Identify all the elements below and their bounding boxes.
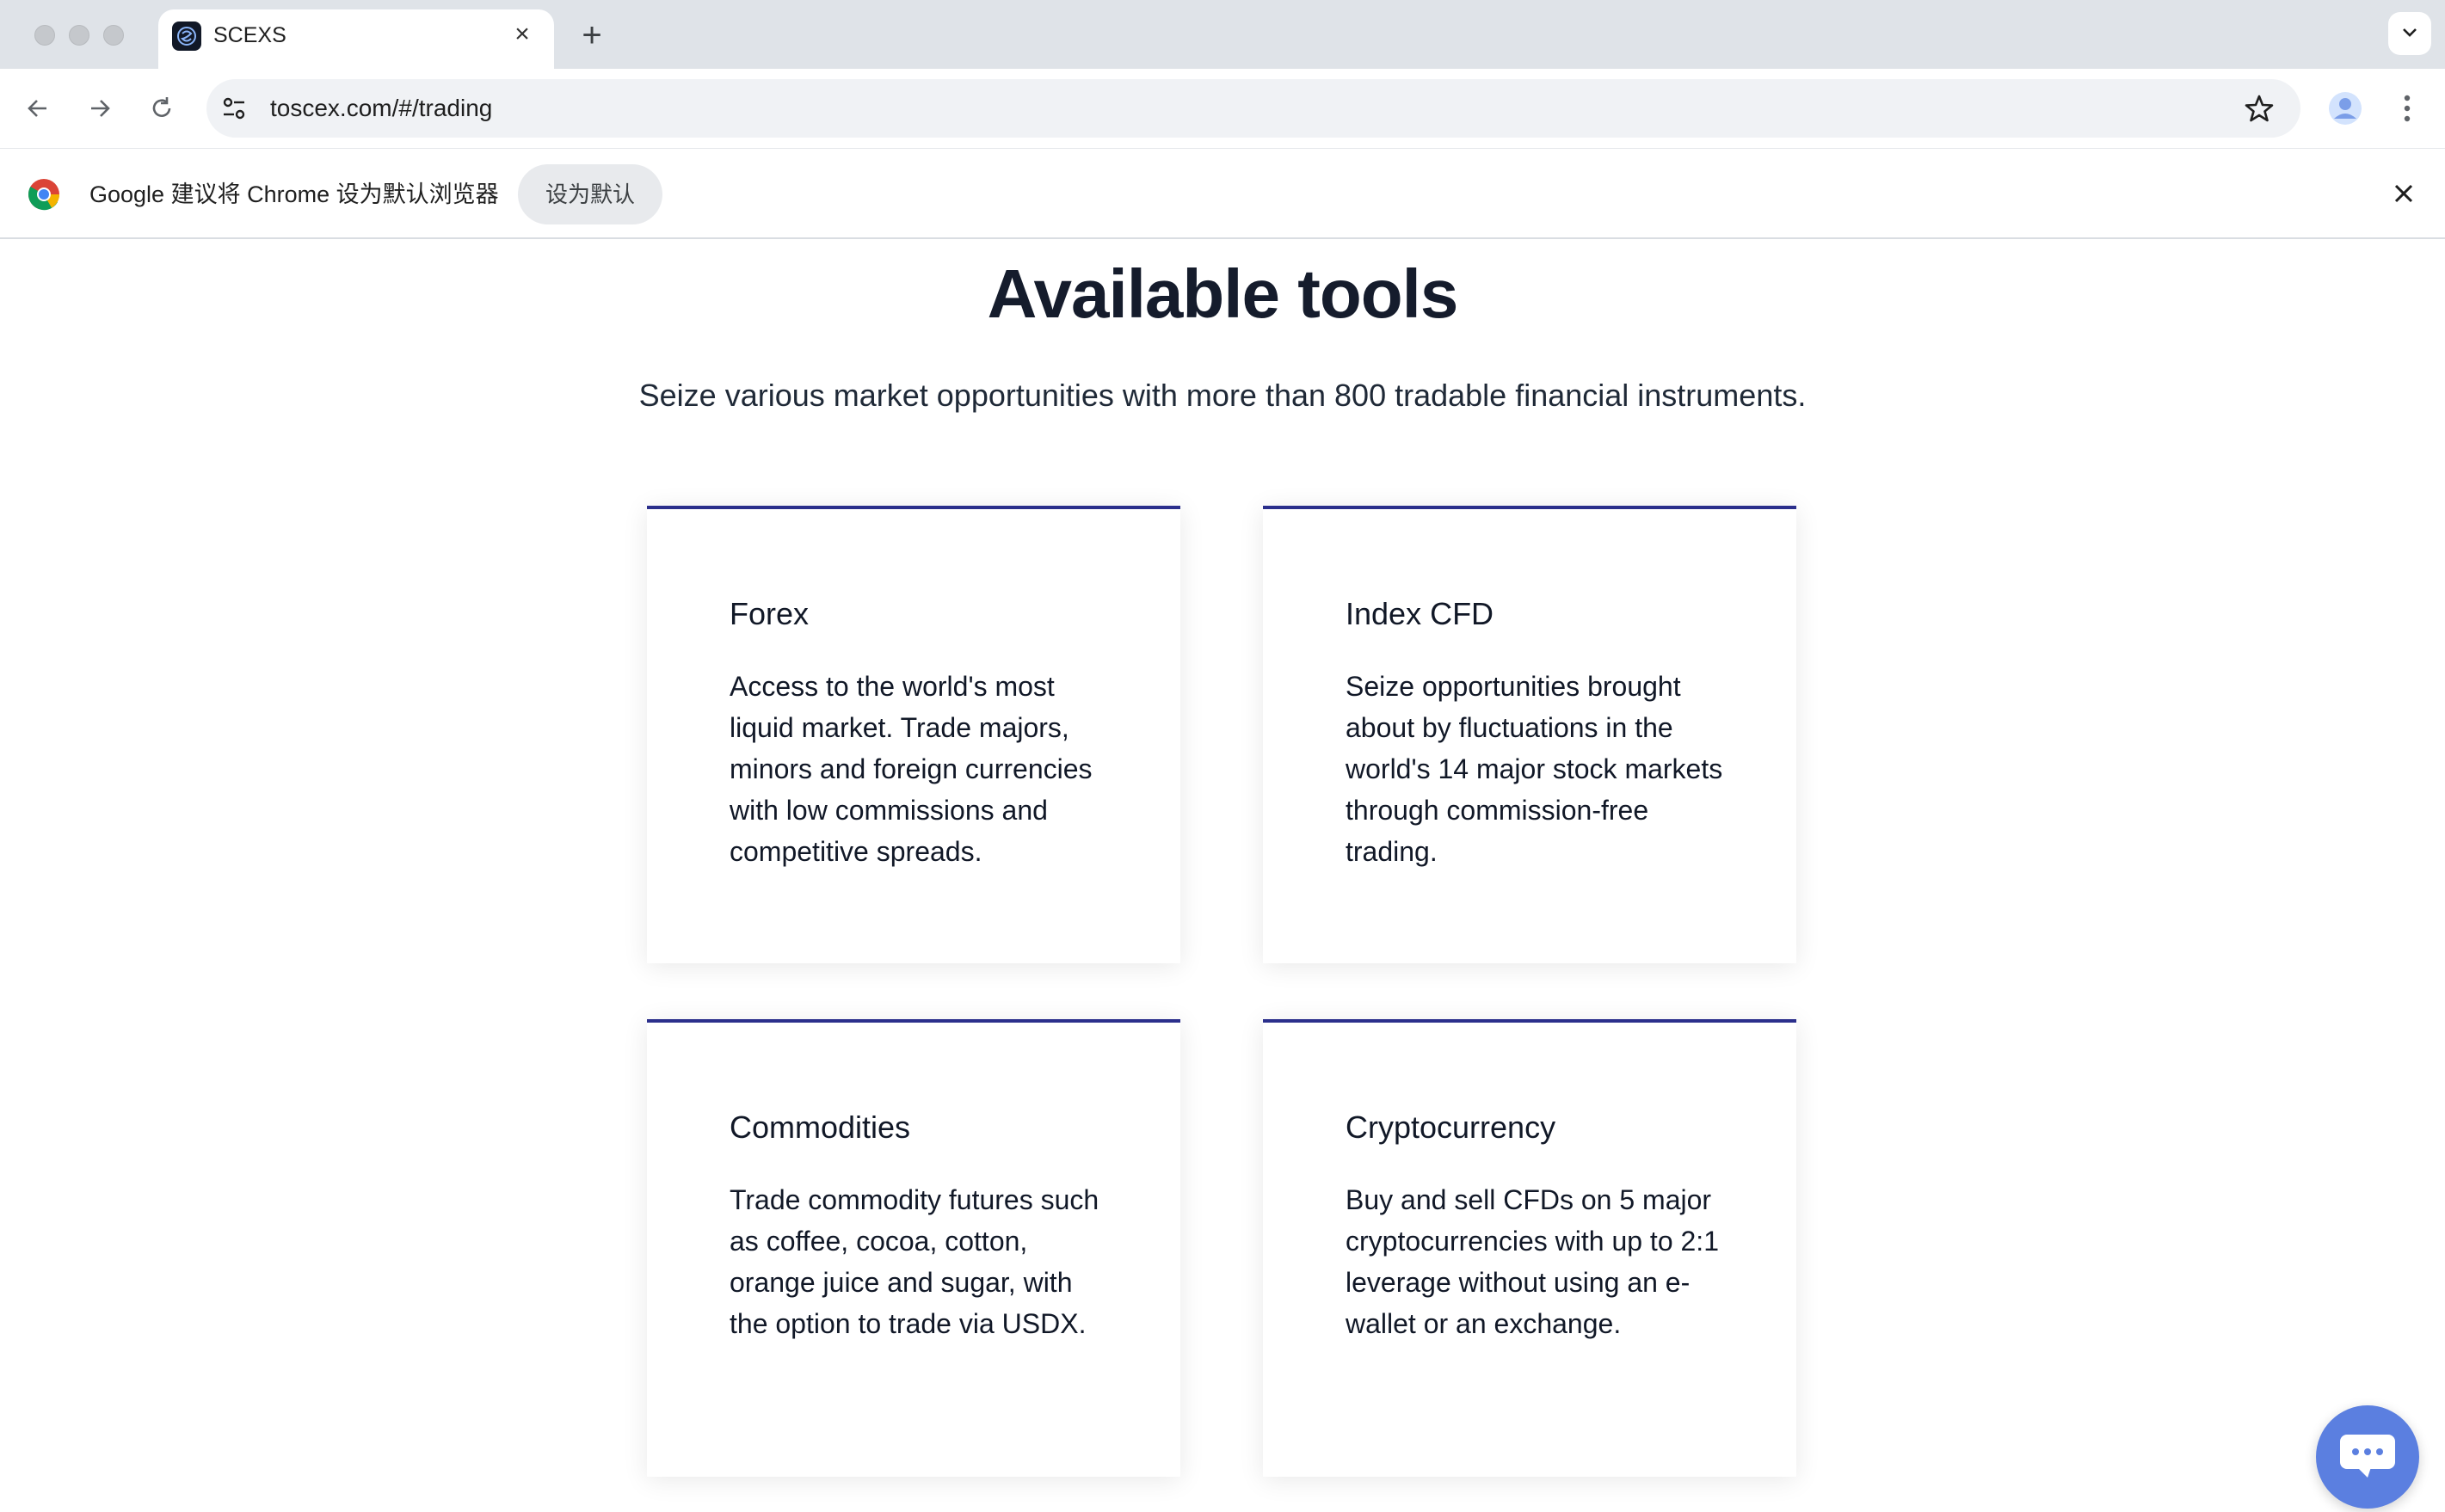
card-description: Buy and sell CFDs on 5 major cryptocurre… — [1346, 1184, 1719, 1339]
tool-card-forex: Forex Access to the world's most liquid … — [647, 506, 1180, 963]
chrome-logo-icon — [28, 179, 59, 211]
tool-card-commodities: Commodities Trade commodity futures such… — [647, 1019, 1180, 1477]
tab-title: SCEXS — [213, 23, 286, 47]
card-title: Cryptocurrency — [1346, 1109, 1556, 1145]
chat-bubble-icon — [2340, 1435, 2395, 1478]
profile-avatar-icon[interactable] — [2325, 88, 2366, 129]
arrow-left-icon — [28, 100, 46, 117]
browser-tab-bar: SCEXS × + — [0, 0, 2445, 69]
back-button[interactable] — [17, 88, 59, 129]
card-description: Trade commodity futures such as coffee, … — [730, 1184, 1099, 1339]
site-info-icon[interactable] — [220, 95, 248, 122]
card-description: Access to the world's most liquid market… — [730, 671, 1093, 867]
reload-button[interactable] — [141, 88, 182, 129]
url-text[interactable]: toscex.com/#/trading — [270, 93, 492, 124]
set-default-button[interactable]: 设为默认 — [518, 164, 662, 224]
page-title: Available tools — [987, 255, 1459, 332]
bookmark-star-icon[interactable] — [2244, 93, 2275, 124]
browser-toolbar: toscex.com/#/trading — [0, 69, 2445, 148]
infobar-message: Google 建议将 Chrome 设为默认浏览器 — [89, 181, 499, 207]
tool-card-index-cfd: Index CFD Seize opportunities brought ab… — [1263, 506, 1796, 963]
trading-page: Available tools Seize various market opp… — [0, 239, 2445, 1512]
address-bar[interactable]: toscex.com/#/trading — [206, 79, 2300, 138]
window-minimize-dot[interactable] — [69, 25, 89, 46]
reload-icon — [152, 97, 171, 117]
window-maximize-dot[interactable] — [103, 25, 124, 46]
forward-button[interactable] — [79, 88, 120, 129]
chat-widget-button[interactable] — [2316, 1405, 2419, 1509]
card-title: Index CFD — [1346, 596, 1494, 631]
site-favicon-icon — [172, 22, 201, 51]
window-close-dot[interactable] — [34, 25, 55, 46]
arrow-right-icon — [91, 100, 110, 117]
new-tab-plus-icon[interactable]: + — [575, 18, 609, 53]
browser-tab-active[interactable]: SCEXS × — [158, 9, 554, 69]
chevron-down-icon — [2403, 28, 2417, 37]
tab-close-icon[interactable]: × — [509, 22, 535, 47]
card-description: Seize opportunities brought about by flu… — [1346, 671, 1723, 867]
more-menu-icon[interactable] — [2390, 88, 2424, 129]
page-subtitle: Seize various market opportunities with … — [638, 378, 1807, 413]
tool-card-cryptocurrency: Cryptocurrency Buy and sell CFDs on 5 ma… — [1263, 1019, 1796, 1477]
card-title: Commodities — [730, 1109, 911, 1145]
card-title: Forex — [730, 596, 810, 631]
tab-search-dropdown-button[interactable] — [2388, 12, 2431, 55]
default-browser-infobar: Google 建议将 Chrome 设为默认浏览器 设为默认 — [0, 148, 2445, 239]
close-icon[interactable] — [2386, 176, 2421, 211]
